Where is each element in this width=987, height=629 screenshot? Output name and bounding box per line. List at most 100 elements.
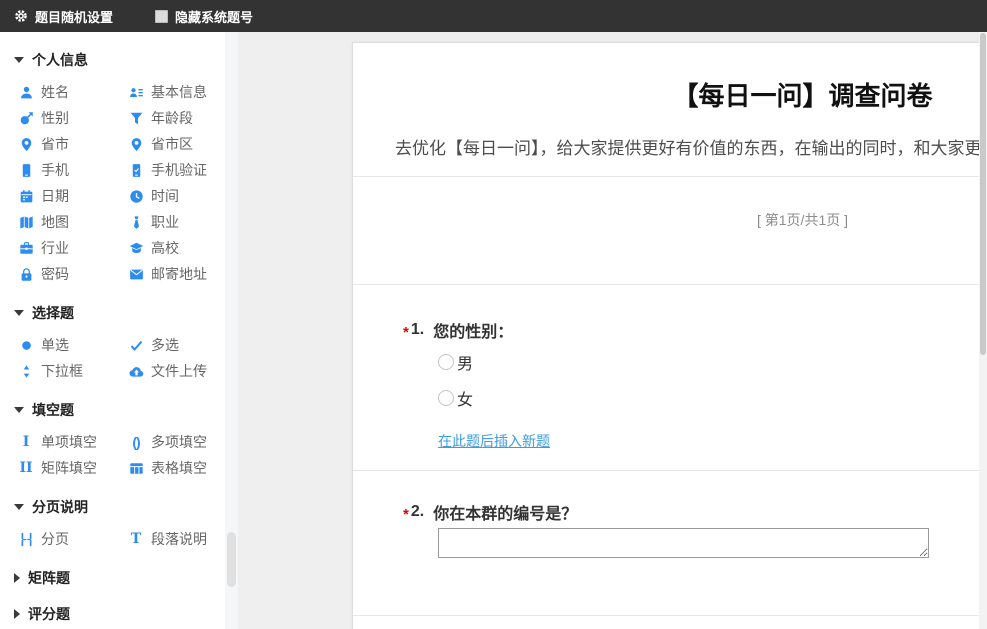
divider <box>353 615 987 616</box>
single-blank-icon: I <box>18 434 34 450</box>
random-settings-label: 题目随机设置 <box>35 7 113 26</box>
sidebar-item[interactable]: 职业 <box>128 209 225 235</box>
mobile-icon <box>18 162 34 178</box>
question-text: 您的性别： <box>433 318 513 342</box>
sidebar-item[interactable]: 手机 <box>18 157 128 183</box>
item-label: 地图 <box>41 212 69 232</box>
radio-button-icon[interactable] <box>438 390 454 406</box>
window-scrollbar-thumb[interactable] <box>980 33 986 355</box>
sidebar-item[interactable]: 时间 <box>128 183 225 209</box>
item-label: 单项填空 <box>41 432 97 452</box>
sidebar-item[interactable]: 基本信息 <box>128 79 225 105</box>
answer-textarea[interactable] <box>438 528 929 558</box>
random-settings-button[interactable]: 题目随机设置 <box>14 7 113 26</box>
item-label: 省市区 <box>151 134 193 154</box>
paragraph-text-icon: T <box>128 531 144 547</box>
hide-system-number-toggle[interactable]: 隐藏系统题号 <box>155 7 253 26</box>
sidebar-section-header[interactable]: 评分题 <box>14 604 225 624</box>
question-block: *2.你在本群的编号是？ <box>353 471 987 615</box>
item-label: 文件上传 <box>151 361 207 381</box>
sidebar-item[interactable]: 密码 <box>18 261 128 287</box>
item-label: 表格填空 <box>151 458 207 478</box>
sidebar-item[interactable]: 多选 <box>128 332 225 358</box>
section-items: I 单项填空 ()多项填空 II 矩阵填空 表格填空 <box>0 429 225 481</box>
item-label: 手机 <box>41 160 69 180</box>
graduation-cap-icon <box>128 240 144 256</box>
item-label: 日期 <box>41 186 69 206</box>
sidebar-item[interactable]: 高校 <box>128 235 225 261</box>
sidebar-item[interactable]: 行业 <box>18 235 128 261</box>
sidebar-item[interactable]: 表格填空 <box>128 455 225 481</box>
triangle-right-icon <box>14 573 20 583</box>
sidebar-item[interactable]: 省市区 <box>128 131 225 157</box>
option-label: 男 <box>457 350 473 374</box>
gear-icon <box>14 9 28 23</box>
question-number: 2. <box>411 503 424 521</box>
radio-option[interactable]: 男 <box>438 352 987 372</box>
section-label: 个人信息 <box>32 50 88 70</box>
section-items: 姓名基本信息性别 年龄段省市 省市区手机 手机验证日期 时间地图 职业行业 高校密码 邮寄地址 <box>0 79 225 287</box>
sidebar-item[interactable]: 年龄段 <box>128 105 225 131</box>
sidebar-item[interactable]: 性别 <box>18 105 128 131</box>
radio-option[interactable]: 女 <box>438 388 987 408</box>
sidebar-item[interactable]: 邮寄地址 <box>128 261 225 287</box>
sidebar-item[interactable]: 姓名 <box>18 79 128 105</box>
item-label: 分页 <box>41 529 69 549</box>
sidebar-section-header[interactable]: 填空题 <box>14 400 225 420</box>
sidebar-item[interactable]: 分页 <box>18 526 128 552</box>
tie-icon <box>128 214 144 230</box>
question-block: *1.您的性别：男女在此题后插入新题 <box>353 285 987 470</box>
sidebar-item[interactable]: II 矩阵填空 <box>18 455 128 481</box>
topbar: 题目随机设置 隐藏系统题号 <box>0 0 987 32</box>
required-star: * <box>403 506 409 523</box>
triangle-down-icon <box>14 407 24 413</box>
sidebar-item[interactable]: 手机验证 <box>128 157 225 183</box>
matrix-blank-icon: II <box>18 460 34 476</box>
required-star: * <box>403 324 409 341</box>
sidebar-item[interactable]: 单选 <box>18 332 128 358</box>
sidebar-item[interactable]: 日期 <box>18 183 128 209</box>
sidebar-item[interactable]: ()多项填空 <box>128 429 225 455</box>
sidebar-section-header[interactable]: 矩阵题 <box>14 568 225 588</box>
item-label: 下拉框 <box>41 361 83 381</box>
section-items: 单选 多选下拉框 文件上传 <box>0 332 225 384</box>
insert-question-link[interactable]: 在此题后插入新题 <box>438 431 550 451</box>
sidebar-item[interactable]: 文件上传 <box>128 358 225 384</box>
sidebar-item[interactable]: 下拉框 <box>18 358 128 384</box>
gender-icon <box>18 110 34 126</box>
multi-blank-icon: () <box>128 434 144 450</box>
sidebar-scrollbar[interactable] <box>225 32 238 629</box>
map-icon <box>18 214 34 230</box>
hide-system-number-checkbox[interactable] <box>155 10 168 23</box>
item-label: 矩阵填空 <box>41 458 97 478</box>
sidebar-section-header[interactable]: 选择题 <box>14 303 225 323</box>
item-label: 邮寄地址 <box>151 264 207 284</box>
item-label: 多选 <box>151 335 179 355</box>
triangle-down-icon <box>14 310 24 316</box>
window-scrollbar[interactable] <box>979 32 987 629</box>
item-label: 性别 <box>41 108 69 128</box>
question-list: *1.您的性别：男女在此题后插入新题*2.你在本群的编号是？ <box>353 285 987 616</box>
question-type-sidebar: 个人信息姓名基本信息性别 年龄段省市 省市区手机 手机验证日期 时间地图 职业行业 高校密码… <box>0 32 225 629</box>
section-label: 分页说明 <box>32 497 88 517</box>
item-label: 段落说明 <box>151 529 207 549</box>
sidebar-scrollbar-thumb[interactable] <box>227 532 236 587</box>
sidebar-item[interactable]: T 段落说明 <box>128 526 225 552</box>
user-icon <box>18 84 34 100</box>
clock-icon <box>128 188 144 204</box>
sidebar-item[interactable]: 省市 <box>18 131 128 157</box>
location-icon <box>18 136 34 152</box>
survey-title: 【每日一问】调查问卷 <box>353 81 987 111</box>
item-label: 省市 <box>41 134 69 154</box>
item-label: 单选 <box>41 335 69 355</box>
sidebar-section-header[interactable]: 个人信息 <box>14 50 225 70</box>
sidebar-section-header[interactable]: 分页说明 <box>14 497 225 517</box>
contacts-icon <box>128 84 144 100</box>
item-label: 高校 <box>151 238 179 258</box>
radio-button-icon[interactable] <box>438 354 454 370</box>
item-label: 手机验证 <box>151 160 207 180</box>
sidebar-item[interactable]: I 单项填空 <box>18 429 128 455</box>
sidebar-item[interactable]: 地图 <box>18 209 128 235</box>
item-label: 年龄段 <box>151 108 193 128</box>
section-label: 填空题 <box>32 400 74 420</box>
